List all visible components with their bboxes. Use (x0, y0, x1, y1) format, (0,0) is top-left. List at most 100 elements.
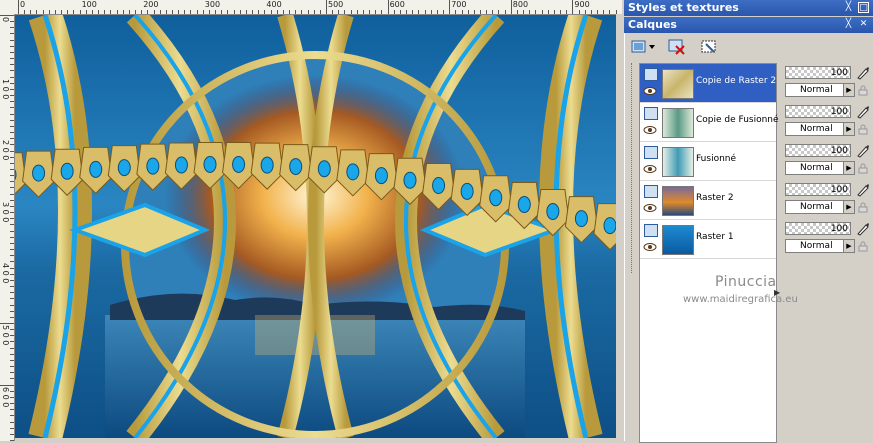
blend-mode-select[interactable]: Normal▶ (785, 122, 855, 136)
lock-icon[interactable] (857, 124, 869, 135)
layer-thumbnail (662, 108, 694, 138)
ruler-tick (10, 428, 14, 429)
layer-props-row: 100 Normal▶ (783, 180, 873, 218)
layer-row[interactable]: Raster 2 (640, 181, 776, 220)
opacity-field[interactable]: 100 (785, 183, 851, 196)
ruler-tick (10, 101, 14, 102)
dropdown-arrow-icon[interactable]: ▶ (843, 162, 854, 174)
ruler-tick (252, 10, 253, 14)
ruler-tick (104, 10, 105, 14)
blend-mode-value: Normal (800, 163, 833, 173)
layer-thumbnail (662, 186, 694, 216)
watermark-url: www.maidiregrafica.eu (683, 294, 798, 305)
layers-list[interactable]: Copie de Raster 2Copie de FusionnéFusion… (639, 63, 777, 443)
ruler-label: 3 0 0 (1, 202, 10, 222)
ruler-tick (10, 360, 14, 361)
dropdown-arrow-icon[interactable]: ▶ (843, 240, 854, 252)
delete-layer-button[interactable] (667, 37, 687, 57)
ruler-tick (10, 231, 14, 232)
layer-row[interactable]: Fusionné (640, 142, 776, 181)
image-canvas[interactable] (15, 15, 616, 438)
ruler-tick (10, 378, 14, 379)
ruler-tick (431, 10, 432, 14)
lock-icon[interactable] (857, 85, 869, 96)
ruler-tick (10, 317, 14, 318)
brush-icon[interactable] (856, 105, 870, 119)
layer-type-icon (644, 185, 658, 198)
layer-type-icon (644, 224, 658, 237)
ruler-tick (603, 10, 604, 14)
ruler-tick (221, 10, 222, 14)
ruler-label: 0 (1, 17, 10, 22)
brush-icon[interactable] (856, 66, 870, 80)
ruler-tick (10, 261, 14, 262)
dropdown-arrow-icon[interactable]: ▶ (843, 84, 854, 96)
styles-panel-header[interactable]: Styles et textures ╳ □ (624, 0, 873, 16)
eye-icon[interactable] (643, 125, 657, 135)
dropdown-arrow-icon[interactable]: ▶ (843, 123, 854, 135)
gem (404, 172, 416, 188)
ruler-tick (178, 10, 179, 14)
ruler-tick (10, 58, 14, 59)
ruler-tick (320, 10, 321, 14)
dropdown-arrow-icon[interactable]: ▶ (843, 201, 854, 213)
delete-layer-icon (668, 39, 686, 55)
ruler-tick (351, 10, 352, 14)
restore-icon[interactable]: □ (858, 2, 869, 13)
lock-icon[interactable] (857, 163, 869, 174)
ruler-tick (10, 175, 14, 176)
ruler-tick (10, 27, 14, 28)
blend-mode-select[interactable]: Normal ▶ (785, 161, 855, 175)
ruler-tick (197, 10, 198, 14)
lock-icon[interactable] (857, 241, 869, 252)
ruler-tick (49, 10, 50, 14)
gem (204, 156, 216, 172)
pin-icon[interactable]: ╳ (843, 2, 854, 13)
ruler-tick (579, 10, 580, 14)
opacity-field[interactable]: 100 (785, 222, 851, 235)
ruler-tick (10, 354, 14, 355)
ruler-tick (400, 10, 401, 14)
layers-panel-header[interactable]: Calques ╳ ✕ (624, 17, 873, 33)
ruler-label: 600 (390, 0, 405, 9)
ruler-tick (10, 120, 14, 121)
lock-icon[interactable] (857, 202, 869, 213)
eye-icon[interactable] (643, 164, 657, 174)
layer-row[interactable]: Copie de Raster 2 (640, 64, 776, 103)
eye-icon[interactable] (643, 86, 657, 96)
gem (33, 165, 45, 181)
ruler-tick (141, 10, 142, 14)
layer-row[interactable]: Copie de Fusionné (640, 103, 776, 142)
ruler-tick (10, 144, 14, 145)
opacity-field[interactable]: 100 (785, 144, 851, 157)
ruler-tick (412, 10, 413, 14)
ruler-tick (55, 10, 56, 14)
blend-mode-select[interactable]: Normal▶ (785, 83, 855, 97)
ruler-tick (240, 10, 241, 14)
brush-icon[interactable] (856, 144, 870, 158)
ruler-tick (542, 10, 543, 14)
ruler-tick (10, 126, 14, 127)
pin-icon[interactable]: ╳ (843, 19, 854, 30)
ruler-tick (227, 10, 228, 14)
brush-icon[interactable] (856, 222, 870, 236)
eye-icon[interactable] (643, 203, 657, 213)
ruler-tick (10, 212, 14, 213)
ruler-tick (10, 114, 14, 115)
ruler-tick (10, 348, 14, 349)
close-panel-icon[interactable]: ✕ (858, 19, 869, 30)
ruler-tick (110, 10, 111, 14)
ruler-tick (43, 10, 44, 14)
layer-row[interactable]: Raster 1 (640, 220, 776, 259)
gem (61, 163, 73, 179)
watermark-name: Pinuccia (715, 274, 777, 290)
blend-mode-select[interactable]: Normal▶ (785, 200, 855, 214)
opacity-field[interactable]: 100 (785, 66, 851, 79)
eye-icon[interactable] (643, 242, 657, 252)
opacity-field[interactable]: 100 (785, 105, 851, 118)
mask-button[interactable] (699, 37, 719, 57)
brush-icon[interactable] (856, 183, 870, 197)
new-layer-button[interactable] (629, 37, 657, 57)
blend-mode-select[interactable]: Normal▶ (785, 239, 855, 253)
ruler-tick (566, 10, 567, 14)
